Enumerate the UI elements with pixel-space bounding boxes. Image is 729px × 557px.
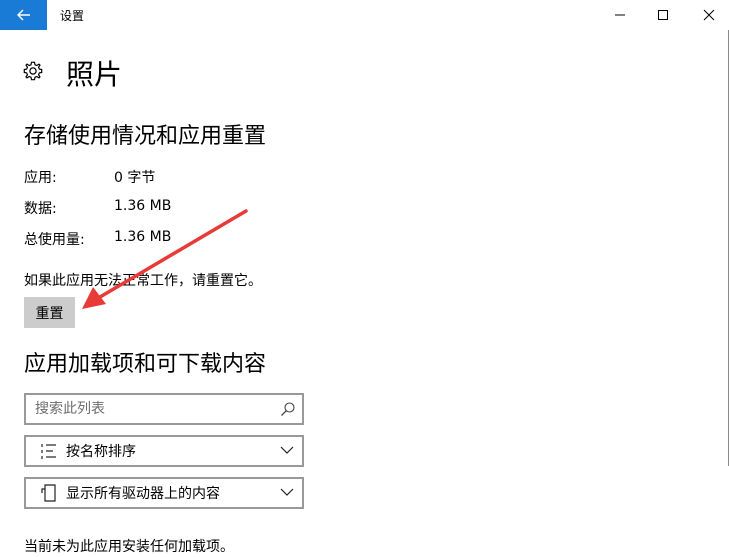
close-button[interactable] [686,0,729,30]
close-icon [703,9,715,21]
maximize-button[interactable] [640,0,686,30]
info-value: 0 字节 [114,170,156,186]
search-input[interactable] [35,399,275,419]
info-label: 数据: [24,201,57,217]
chevron-down-icon [280,488,294,496]
maximize-icon [658,10,668,20]
minimize-button[interactable] [597,0,643,30]
minimize-icon [615,14,625,16]
info-value: 1.36 MB [114,198,172,214]
addons-heading: 应用加载项和可下载内容 [24,352,267,377]
window-title: 设置 [60,9,85,23]
back-arrow-icon [16,9,30,21]
search-icon [281,402,295,416]
sort-dropdown[interactable]: 按名称排序 [24,435,304,467]
chevron-down-icon [280,446,294,454]
drive-filter-dropdown[interactable]: 显示所有驱动器上的内容 [24,477,304,509]
search-box[interactable] [24,393,304,425]
page-title: 照片 [66,58,123,91]
reset-button[interactable]: 重置 [24,297,75,328]
device-icon [41,484,56,502]
sort-label: 按名称排序 [66,444,136,460]
sort-list-icon [41,444,56,459]
info-label: 应用: [24,170,57,186]
storage-heading: 存储使用情况和应用重置 [24,124,267,149]
info-value: 1.36 MB [114,229,172,245]
drive-filter-label: 显示所有驱动器上的内容 [66,486,220,502]
back-button[interactable] [0,0,47,30]
gear-icon [23,61,43,81]
title-bar: 设置 [0,0,729,30]
info-label: 总使用量: [24,232,85,248]
empty-addons-note: 当前未为此应用安装任何加载项。 [24,539,234,555]
reset-description: 如果此应用无法正常工作，请重置它。 [24,273,262,289]
